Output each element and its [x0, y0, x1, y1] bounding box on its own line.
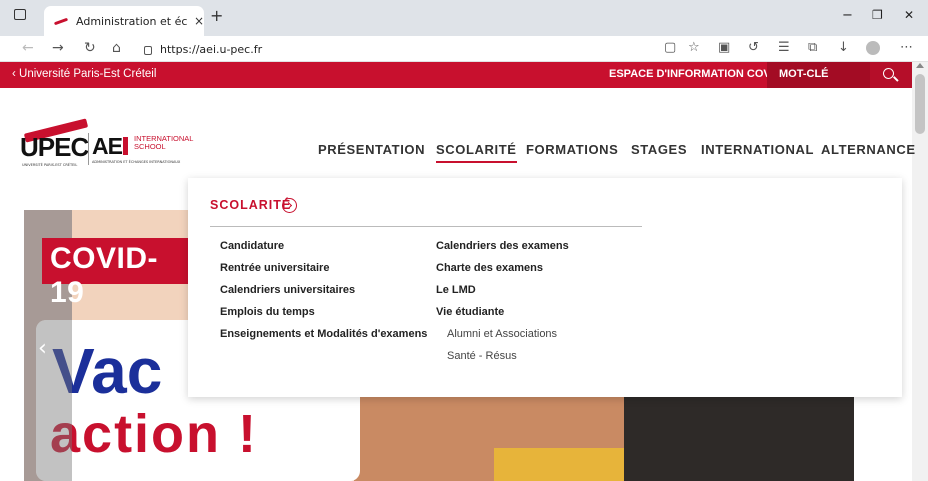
search-icon — [883, 68, 894, 79]
profile-icon[interactable] — [866, 41, 880, 55]
aei-logo-subtext: ADMINISTRATION ET ÉCHANGES INTERNATIONAU… — [92, 160, 181, 164]
menu-link-lmd[interactable]: Le LMD — [436, 284, 476, 296]
aei-logo-school: INTERNATIONAL SCHOOL — [134, 134, 194, 151]
refresh-ext-icon[interactable]: ↺ — [748, 40, 759, 55]
menu-link-calendriers-univ[interactable]: Calendriers universitaires — [220, 284, 355, 296]
menu-link-emplois[interactable]: Emplois du temps — [220, 306, 315, 318]
download-icon[interactable]: ↓ — [838, 40, 849, 55]
nav-stages[interactable]: STAGES — [631, 142, 687, 157]
scrollbar-thumb[interactable] — [915, 74, 925, 134]
lock-icon — [144, 45, 152, 55]
nav-formations[interactable]: FORMATIONS — [526, 142, 618, 157]
maximize-button[interactable]: ❐ — [872, 8, 883, 22]
menu-link-vie-etudiante[interactable]: Vie étudiante — [436, 306, 504, 318]
nav-international[interactable]: INTERNATIONAL — [701, 142, 814, 157]
hero-headline-2: action ! — [50, 404, 259, 464]
tab-actions-icon[interactable] — [14, 9, 26, 20]
nav-presentation[interactable]: PRÉSENTATION — [318, 142, 425, 157]
page-scrollbar[interactable] — [912, 62, 928, 481]
divider — [210, 226, 642, 227]
menu-link-sante[interactable]: Santé - Résus — [447, 350, 517, 362]
arrow-circle-icon[interactable] — [282, 198, 297, 213]
favicon-icon — [54, 17, 68, 25]
refresh-icon[interactable]: ↻ — [84, 40, 96, 56]
scroll-up-icon[interactable] — [916, 63, 924, 68]
url-text: https://aei.u-pec.fr — [160, 42, 263, 56]
menu-link-candidature[interactable]: Candidature — [220, 240, 284, 252]
upec-logo-text: UPEC — [20, 132, 89, 162]
nav-alternance[interactable]: ALTERNANCE — [821, 142, 916, 157]
nav-scolarite[interactable]: SCOLARITÉ — [436, 142, 517, 163]
browser-tab[interactable]: Administration et échanges inte × — [44, 6, 204, 36]
dropdown-title[interactable]: SCOLARITÉ — [210, 198, 291, 212]
extension-icon[interactable]: ▣ — [718, 40, 730, 55]
search-button[interactable] — [870, 62, 912, 88]
tab-title: Administration et échanges inte — [76, 14, 188, 28]
menu-link-enseignements[interactable]: Enseignements et Modalités d'examens — [220, 328, 427, 340]
more-icon[interactable]: ⋯ — [900, 40, 913, 55]
site-logo[interactable]: UPEC UNIVERSITÉ PARIS-EST CRÉTEIL AE INT… — [18, 118, 198, 174]
menu-link-calendriers-examens[interactable]: Calendriers des examens — [436, 240, 569, 252]
browser-tab-bar: Administration et échanges inte × + − ❐ … — [0, 0, 928, 36]
address-bar[interactable]: https://aei.u-pec.fr — [134, 39, 814, 59]
scolarite-dropdown-menu: SCOLARITÉ Candidature Rentrée universita… — [188, 178, 902, 397]
new-tab-button[interactable]: + — [210, 6, 223, 25]
menu-link-charte[interactable]: Charte des examens — [436, 262, 543, 274]
favorite-add-icon[interactable]: ☆ — [688, 40, 700, 55]
collections-icon[interactable]: ⧉ — [808, 40, 817, 55]
university-link[interactable]: ‹ Université Paris-Est Créteil — [12, 68, 156, 80]
aei-logo-text: AE — [92, 133, 128, 160]
read-aloud-icon[interactable]: ▢ — [664, 40, 676, 55]
menu-link-rentree[interactable]: Rentrée universitaire — [220, 262, 329, 274]
close-window-button[interactable]: ✕ — [904, 8, 914, 22]
back-icon[interactable]: ← — [22, 40, 34, 56]
tab-close-icon[interactable]: × — [194, 14, 204, 28]
browser-toolbar: ← → ↻ ⌂ https://aei.u-pec.fr ▢ ☆ ▣ ↺ ☰ ⧉… — [0, 36, 928, 62]
home-icon[interactable]: ⌂ — [112, 40, 121, 56]
menu-link-alumni[interactable]: Alumni et Associations — [447, 328, 557, 340]
carousel-prev-button[interactable]: ‹ — [36, 320, 72, 481]
forward-icon[interactable]: → — [52, 40, 64, 56]
keyword-placeholder: MOT-CLÉ — [779, 68, 829, 80]
site-top-bar: ‹ Université Paris-Est Créteil ESPACE D'… — [0, 62, 912, 88]
covid-badge: COVID-19 — [42, 238, 192, 309]
keyword-search-input[interactable]: MOT-CLÉ — [767, 62, 870, 88]
upec-logo-subtext: UNIVERSITÉ PARIS-EST CRÉTEIL — [22, 163, 78, 167]
minimize-button[interactable]: − — [842, 8, 853, 23]
favorites-icon[interactable]: ☰ — [778, 40, 790, 55]
